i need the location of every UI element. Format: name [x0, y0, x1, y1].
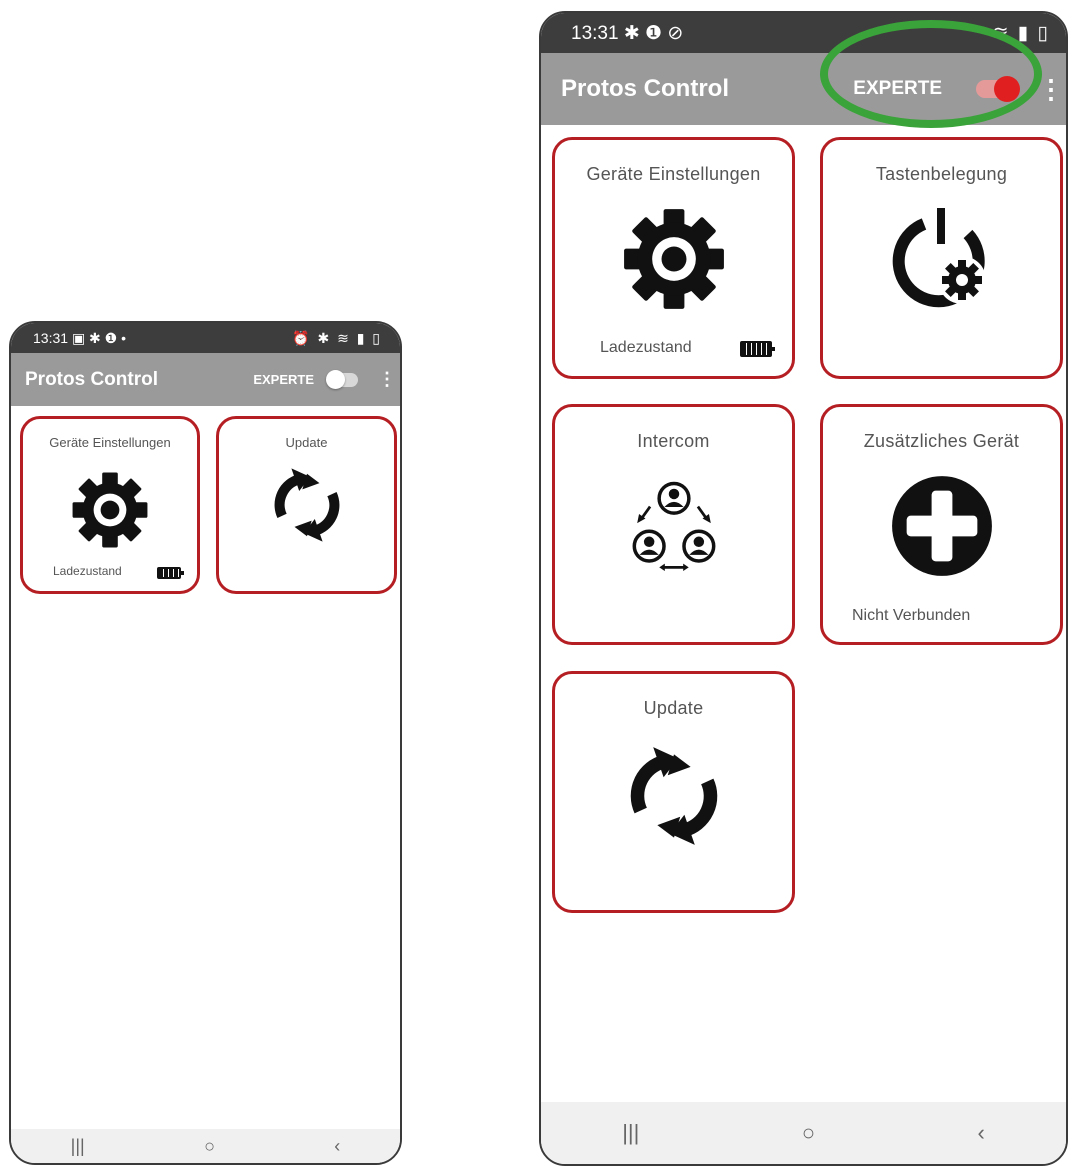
expert-mode-toggle[interactable]	[976, 76, 1020, 102]
tile-intercom[interactable]: Intercom	[552, 404, 795, 645]
tile-device-settings[interactable]: Geräte Einstellungen Ladezustand	[20, 416, 200, 594]
expert-mode-toggle[interactable]	[326, 369, 358, 389]
tile-label: Tastenbelegung	[875, 164, 1008, 184]
status-time: 13:31	[571, 22, 619, 44]
app-title: Protos Control	[25, 368, 158, 390]
overflow-menu-icon[interactable]: ⋮	[1038, 74, 1064, 105]
add-circle-icon	[890, 474, 994, 578]
intercom-group-icon	[628, 479, 720, 571]
power-gear-icon	[892, 208, 992, 308]
tile-button-assignment[interactable]: Tastenbelegung	[820, 137, 1063, 379]
expert-mode-label: EXPERTE	[253, 372, 314, 387]
status-bar: 13:31 ✱ ❶ ⊘ ≋ ▮ ▯	[541, 13, 1066, 53]
status-time: 13:31	[33, 329, 69, 346]
tile-additional-device[interactable]: Zusätzliches Gerät Nicht Verbunden	[820, 404, 1063, 645]
toggle-knob	[326, 369, 345, 389]
tile-label: Zusätzliches Gerät	[863, 431, 1020, 451]
connection-status-label: Nicht Verbunden	[852, 607, 971, 624]
status-icons-left: ✱ ❶ ⊘	[623, 22, 684, 44]
tile-label: Update	[643, 698, 704, 718]
charge-status-label: Ladezustand	[53, 564, 122, 578]
battery-icon	[157, 567, 184, 579]
status-icons-right: ≋ ▮ ▯	[992, 22, 1050, 44]
phone-screen-expert: 13:31 ✱ ❶ ⊘ ≋ ▮ ▯ Protos Control EXPERTE…	[539, 11, 1068, 1166]
app-bar: Protos Control EXPERTE ⋮	[541, 53, 1066, 125]
charge-status-label: Ladezustand	[600, 339, 692, 356]
status-bar: 13:31 ▣ ✱ ❶ • ⏰ ✱ ≋ ▮ ▯	[11, 323, 400, 353]
recent-apps-button[interactable]: |||	[71, 1136, 85, 1157]
battery-icon	[740, 341, 775, 357]
status-left: 13:31 ✱ ❶ ⊘	[571, 22, 683, 45]
sync-icon	[268, 466, 346, 544]
gear-icon	[622, 207, 726, 311]
app-title: Protos Control	[561, 75, 729, 102]
nav-bar: ||| ○ ‹	[541, 1102, 1066, 1164]
expert-mode-label: EXPERTE	[853, 78, 942, 99]
status-icons-left: ▣ ✱ ❶ •	[71, 329, 127, 346]
toggle-knob	[994, 76, 1020, 102]
tile-label: Intercom	[637, 431, 710, 451]
tile-label: Update	[285, 435, 328, 450]
sync-icon	[622, 744, 726, 848]
gear-icon	[71, 471, 149, 549]
tile-update[interactable]: Update	[216, 416, 397, 594]
tile-update[interactable]: Update	[552, 671, 795, 913]
home-button[interactable]: ○	[802, 1120, 815, 1146]
phone-screen-basic: 13:31 ▣ ✱ ❶ • ⏰ ✱ ≋ ▮ ▯ Protos Control E…	[9, 321, 402, 1165]
overflow-menu-icon[interactable]: ⋮	[378, 369, 396, 390]
recent-apps-button[interactable]: |||	[622, 1120, 639, 1146]
status-left: 13:31 ▣ ✱ ❶ •	[33, 330, 126, 347]
tile-label: Geräte Einstellungen	[586, 164, 761, 184]
back-button[interactable]: ‹	[977, 1120, 984, 1146]
tile-device-settings[interactable]: Geräte Einstellungen Ladezustand	[552, 137, 795, 379]
nav-bar: ||| ○ ‹	[11, 1129, 400, 1163]
back-button[interactable]: ‹	[334, 1136, 340, 1157]
tile-label: Geräte Einstellungen	[49, 435, 171, 450]
home-button[interactable]: ○	[204, 1136, 215, 1157]
status-icons-right: ⏰ ✱ ≋ ▮ ▯	[292, 329, 382, 346]
app-bar: Protos Control EXPERTE ⋮	[11, 353, 400, 406]
